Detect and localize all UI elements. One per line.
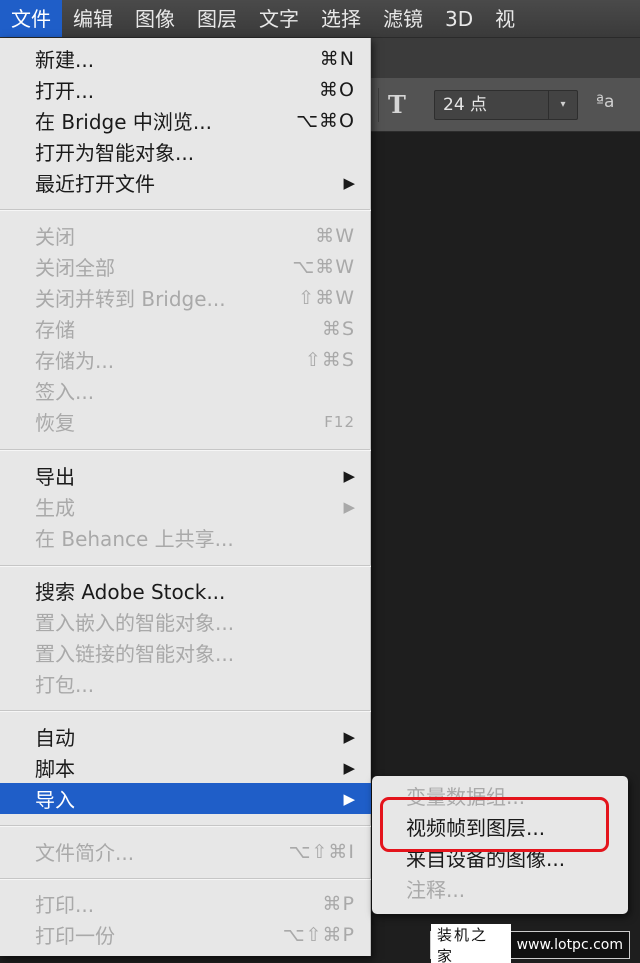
menu-separator [0, 710, 371, 712]
menu-image[interactable]: 图像 [124, 0, 186, 37]
annotation-highlight-box [380, 797, 609, 852]
menu-item-shortcut: ⌘P [322, 892, 355, 915]
submenu-arrow-icon: ▶ [343, 173, 355, 192]
menu-item-print-one-copy[interactable]: 打印一份 ⌥⇧⌘P [0, 919, 371, 950]
menu-item-label: 搜索 Adobe Stock... [35, 580, 226, 604]
menu-item-shortcut: ⌥⇧⌘P [282, 923, 355, 946]
menu-layer[interactable]: 图层 [186, 0, 248, 37]
menu-item-label: 文件简介... [35, 841, 135, 865]
menu-item-share-on-behance[interactable]: 在 Behance 上共享... [0, 522, 371, 553]
menu-item-label: 导入 [35, 788, 75, 812]
options-bar-divider [378, 88, 379, 122]
menu-item-label: 关闭并转到 Bridge... [35, 287, 226, 311]
menu-edit[interactable]: 编辑 [62, 0, 124, 37]
menu-item-open-recent[interactable]: 最近打开文件 ▶ [0, 167, 371, 198]
submenu-arrow-icon: ▶ [343, 758, 355, 777]
menu-item-scripts[interactable]: 脚本 ▶ [0, 752, 371, 783]
menu-item-shortcut: ⌘O [319, 78, 355, 101]
menu-item-label: 最近打开文件 [35, 172, 155, 196]
menu-item-revert[interactable]: 恢复 F12 [0, 406, 371, 437]
menu-type[interactable]: 文字 [248, 0, 310, 37]
menu-item-generate[interactable]: 生成 ▶ [0, 491, 371, 522]
menu-file[interactable]: 文件 [0, 0, 62, 37]
antialias-icon[interactable]: ªa [596, 92, 614, 112]
menu-item-save-as[interactable]: 存储为... ⇧⌘S [0, 344, 371, 375]
submenu-arrow-icon: ▶ [343, 727, 355, 746]
menu-item-shortcut: ⌥⌘W [292, 255, 355, 278]
menu-item-check-in[interactable]: 签入... [0, 375, 371, 406]
menu-item-label: 在 Bridge 中浏览... [35, 110, 212, 134]
submenu-arrow-icon: ▶ [343, 466, 355, 485]
watermark-url: www.lotpc.com [510, 932, 629, 958]
menu-item-shortcut: ⌥⇧⌘I [288, 840, 355, 863]
site-watermark: 装机之家 www.lotpc.com [430, 924, 630, 963]
menu-separator [0, 209, 371, 211]
menu-select[interactable]: 选择 [310, 0, 372, 37]
menu-item-place-embedded[interactable]: 置入嵌入的智能对象... [0, 606, 371, 637]
menu-item-label: 存储为... [35, 349, 115, 373]
menu-item-shortcut: ⇧⌘S [305, 348, 355, 371]
menu-item-save[interactable]: 存储 ⌘S [0, 313, 371, 344]
menu-item-export[interactable]: 导出 ▶ [0, 460, 371, 491]
submenu-item-notes[interactable]: 注释... [372, 875, 628, 906]
submenu-arrow-icon: ▶ [343, 497, 355, 516]
menu-item-shortcut: ⌘S [321, 317, 355, 340]
menu-view[interactable]: 视 [484, 0, 526, 37]
menu-item-shortcut: ⌥⌘O [296, 109, 355, 132]
menu-item-label: 置入嵌入的智能对象... [35, 611, 235, 635]
options-bar: T 24 点 ▾ ªa [370, 78, 640, 132]
chevron-down-icon[interactable]: ▾ [548, 91, 577, 119]
menu-separator [0, 565, 371, 567]
menu-item-package[interactable]: 打包... [0, 668, 371, 699]
file-menu: 新建... ⌘N 打开... ⌘O 在 Bridge 中浏览... ⌥⌘O 打开… [0, 38, 371, 956]
menu-item-label: 打开为智能对象... [35, 141, 195, 165]
menu-item-search-adobe-stock[interactable]: 搜索 Adobe Stock... [0, 575, 371, 606]
menu-item-open[interactable]: 打开... ⌘O [0, 74, 371, 105]
menu-item-label: 在 Behance 上共享... [35, 527, 234, 551]
menu-item-label: 自动 [35, 726, 75, 750]
menu-item-new[interactable]: 新建... ⌘N [0, 43, 371, 74]
menu-separator [0, 878, 371, 880]
menu-item-label: 导出 [35, 465, 75, 489]
menu-item-label: 打印... [35, 893, 95, 917]
menu-bar: 文件 编辑 图像 图层 文字 选择 滤镜 3D 视 [0, 0, 640, 38]
menu-item-label: 脚本 [35, 757, 75, 781]
menu-item-label: 打开... [35, 79, 95, 103]
menu-item-shortcut: ⌘N [319, 47, 355, 70]
menu-item-close-all[interactable]: 关闭全部 ⌥⌘W [0, 251, 371, 282]
menu-item-file-info[interactable]: 文件简介... ⌥⇧⌘I [0, 836, 371, 867]
menu-item-automate[interactable]: 自动 ▶ [0, 721, 371, 752]
document-tab-area [370, 38, 640, 78]
menu-item-label: 生成 [35, 496, 75, 520]
menu-item-close-and-go-to-bridge[interactable]: 关闭并转到 Bridge... ⇧⌘W [0, 282, 371, 313]
menu-item-import[interactable]: 导入 ▶ [0, 783, 371, 814]
menu-item-label: 关闭 [35, 225, 75, 249]
submenu-arrow-icon: ▶ [343, 789, 355, 808]
menu-item-label: 打包... [35, 673, 95, 697]
menu-item-place-linked[interactable]: 置入链接的智能对象... [0, 637, 371, 668]
menu-item-label: 关闭全部 [35, 256, 115, 280]
menu-item-label: 打印一份 [35, 924, 115, 948]
menu-item-shortcut: ⇧⌘W [298, 286, 355, 309]
menu-item-shortcut: ⌘W [315, 224, 355, 247]
menu-item-label: 新建... [35, 48, 95, 72]
menu-item-print[interactable]: 打印... ⌘P [0, 888, 371, 919]
menu-item-browse-in-bridge[interactable]: 在 Bridge 中浏览... ⌥⌘O [0, 105, 371, 136]
menu-item-label: 签入... [35, 380, 95, 404]
menu-item-open-as-smart-object[interactable]: 打开为智能对象... [0, 136, 371, 167]
menu-item-close[interactable]: 关闭 ⌘W [0, 220, 371, 251]
menu-separator [0, 449, 371, 451]
menu-item-shortcut: F12 [324, 412, 355, 431]
menu-item-label: 恢复 [35, 411, 75, 435]
menu-filter[interactable]: 滤镜 [372, 0, 434, 37]
menu-item-label: 置入链接的智能对象... [35, 642, 235, 666]
menu-3d[interactable]: 3D [434, 0, 484, 37]
watermark-site-name: 装机之家 [431, 924, 511, 963]
menu-item-label: 存储 [35, 318, 75, 342]
text-orientation-icon[interactable]: T [388, 90, 406, 119]
menu-separator [0, 825, 371, 827]
